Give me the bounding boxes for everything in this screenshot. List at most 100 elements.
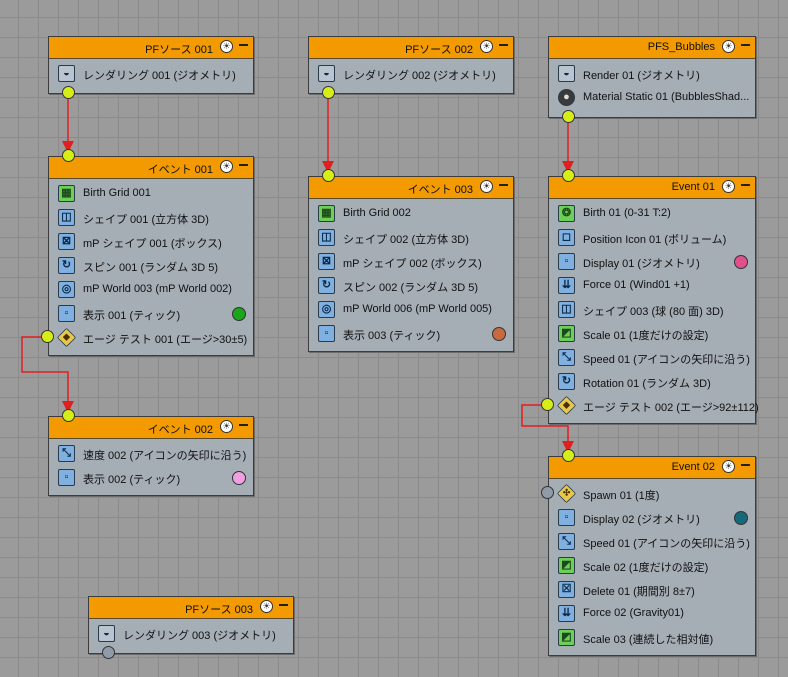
- operator-label: Force 02 (Gravity01): [583, 607, 684, 619]
- minimize-icon[interactable]: [239, 424, 248, 426]
- output-port[interactable]: [562, 110, 575, 123]
- operator-row[interactable]: ⊠ mP シェイプ 001 (ボックス): [49, 230, 253, 254]
- operator-row[interactable]: ◆ エージ テスト 001 (エージ>30±5): [49, 326, 253, 350]
- node-header[interactable]: イベント 001 ☀: [49, 157, 253, 179]
- node-header[interactable]: イベント 003 ☀: [309, 177, 513, 199]
- lightbulb-icon[interactable]: ☀: [480, 180, 493, 193]
- operator-row[interactable]: ▫ 表示 001 (ティック): [49, 302, 253, 326]
- operator-row[interactable]: ▦ Birth Grid 001: [49, 182, 253, 206]
- input-port[interactable]: [322, 169, 335, 182]
- operator-row[interactable]: ◫ シェイプ 001 (立方体 3D): [49, 206, 253, 230]
- node-event-003[interactable]: イベント 003 ☀ ▦ Birth Grid 002 ◫ シェイプ 002 (…: [308, 176, 514, 352]
- node-title: Event 02: [671, 461, 715, 473]
- minimize-icon[interactable]: [741, 44, 750, 46]
- operator-row[interactable]: ◒ レンダリング 003 (ジオメトリ): [89, 622, 293, 646]
- operator-row[interactable]: ▫ Display 02 (ジオメトリ): [549, 506, 755, 530]
- operator-row[interactable]: ◩ Scale 02 (1度だけの設定): [549, 554, 755, 578]
- node-header[interactable]: PFソース 002 ☀: [309, 37, 513, 59]
- node-header[interactable]: イベント 002 ☀: [49, 417, 253, 439]
- node-pf-source-003[interactable]: PFソース 003 ☀ ◒ レンダリング 003 (ジオメトリ): [88, 596, 294, 654]
- operator-row[interactable]: ↻ Rotation 01 (ランダム 3D): [549, 370, 755, 394]
- output-port[interactable]: [322, 86, 335, 99]
- node-title: PFソース 002: [405, 44, 473, 56]
- node-header[interactable]: PFソース 003 ☀: [89, 597, 293, 619]
- node-pf-source-001[interactable]: PFソース 001 ☀ ◒ レンダリング 001 (ジオメトリ): [48, 36, 254, 94]
- display-color-swatch[interactable]: [734, 511, 748, 525]
- lightbulb-icon[interactable]: ☀: [220, 160, 233, 173]
- operator-row[interactable]: ◆ エージ テスト 002 (エージ>92±112): [549, 394, 759, 418]
- display-color-swatch[interactable]: [492, 327, 506, 341]
- display-color-swatch[interactable]: [734, 255, 748, 269]
- operator-row[interactable]: ◒ レンダリング 001 (ジオメトリ): [49, 62, 253, 86]
- material-icon: ●: [558, 89, 575, 106]
- lightbulb-icon[interactable]: ☀: [722, 180, 735, 193]
- node-header[interactable]: Event 02 ☀: [549, 457, 755, 479]
- operator-row[interactable]: ◒ Render 01 (ジオメトリ): [549, 62, 755, 86]
- operator-row[interactable]: ▫ Display 01 (ジオメトリ): [549, 250, 755, 274]
- birth-grid-icon: ▦: [318, 205, 335, 222]
- minimize-icon[interactable]: [741, 464, 750, 466]
- lightbulb-icon[interactable]: ☀: [220, 420, 233, 433]
- operator-row[interactable]: ⇊ Force 02 (Gravity01): [549, 602, 755, 626]
- display-color-swatch[interactable]: [232, 307, 246, 321]
- minimize-icon[interactable]: [741, 184, 750, 186]
- operator-row[interactable]: ⇊ Force 01 (Wind01 +1): [549, 274, 755, 298]
- spawn-output-port[interactable]: [541, 486, 554, 499]
- operator-row[interactable]: ☒ Delete 01 (期間別 8±7): [549, 578, 755, 602]
- lightbulb-icon[interactable]: ☀: [260, 600, 273, 613]
- shape-icon: ◫: [58, 209, 75, 226]
- operator-row[interactable]: ▦ Birth Grid 002: [309, 202, 513, 226]
- node-header[interactable]: PFソース 001 ☀: [49, 37, 253, 59]
- input-port[interactable]: [62, 409, 75, 422]
- input-port[interactable]: [62, 149, 75, 162]
- operator-row[interactable]: ◎ mP World 003 (mP World 002): [49, 278, 253, 302]
- node-header[interactable]: Event 01 ☀: [549, 177, 755, 199]
- test-output-port[interactable]: [541, 398, 554, 411]
- lightbulb-icon[interactable]: ☀: [722, 460, 735, 473]
- node-event-02[interactable]: Event 02 ☀ ✣ Spawn 01 (1度) ▫ Display 02 …: [548, 456, 756, 656]
- operator-row[interactable]: ⤡ 速度 002 (アイコンの矢印に沿う): [49, 442, 253, 466]
- node-event-01[interactable]: Event 01 ☀ ❂ Birth 01 (0-31 T:2) ◻ Posit…: [548, 176, 759, 424]
- operator-row[interactable]: ▫ 表示 002 (ティック): [49, 466, 253, 490]
- operator-row[interactable]: ◻ Position Icon 01 (ボリューム): [549, 226, 755, 250]
- lightbulb-icon[interactable]: ☀: [220, 40, 233, 53]
- lightbulb-icon[interactable]: ☀: [480, 40, 493, 53]
- display-color-swatch[interactable]: [232, 471, 246, 485]
- operator-row[interactable]: ◩ Scale 01 (1度だけの設定): [549, 322, 755, 346]
- node-event-001[interactable]: イベント 001 ☀ ▦ Birth Grid 001 ◫ シェイプ 001 (…: [48, 156, 254, 356]
- node-event-002[interactable]: イベント 002 ☀ ⤡ 速度 002 (アイコンの矢印に沿う) ▫ 表示 00…: [48, 416, 254, 496]
- node-pfs-bubbles[interactable]: PFS_Bubbles ☀ ◒ Render 01 (ジオメトリ) ● Mate…: [548, 36, 756, 118]
- operator-row[interactable]: ◒ レンダリング 002 (ジオメトリ): [309, 62, 513, 86]
- shape-icon: ◫: [558, 301, 575, 318]
- node-header[interactable]: PFS_Bubbles ☀: [549, 37, 755, 59]
- output-port[interactable]: [62, 86, 75, 99]
- minimize-icon[interactable]: [239, 44, 248, 46]
- output-port[interactable]: [102, 646, 115, 659]
- operator-label: シェイプ 001 (立方体 3D): [83, 214, 209, 226]
- operator-row[interactable]: ▫ 表示 003 (ティック): [309, 322, 513, 346]
- operator-row[interactable]: ⊠ mP シェイプ 002 (ボックス): [309, 250, 513, 274]
- input-port[interactable]: [562, 449, 575, 462]
- operator-label: Force 01 (Wind01 +1): [583, 279, 690, 291]
- operator-row[interactable]: ● Material Static 01 (BubblesShad...: [549, 86, 755, 110]
- operator-row[interactable]: ⤡ Speed 01 (アイコンの矢印に沿う): [549, 530, 755, 554]
- operator-row[interactable]: ↻ スピン 001 (ランダム 3D 5): [49, 254, 253, 278]
- minimize-icon[interactable]: [499, 44, 508, 46]
- operator-row[interactable]: ◫ シェイプ 002 (立方体 3D): [309, 226, 513, 250]
- lightbulb-icon[interactable]: ☀: [722, 40, 735, 53]
- operator-row[interactable]: ❂ Birth 01 (0-31 T:2): [549, 202, 755, 226]
- input-port[interactable]: [562, 169, 575, 182]
- minimize-icon[interactable]: [499, 184, 508, 186]
- node-pf-source-002[interactable]: PFソース 002 ☀ ◒ レンダリング 002 (ジオメトリ): [308, 36, 514, 94]
- minimize-icon[interactable]: [239, 164, 248, 166]
- operator-row[interactable]: ⤡ Speed 01 (アイコンの矢印に沿う): [549, 346, 755, 370]
- spawn-icon: ✣: [556, 483, 577, 504]
- operator-row[interactable]: ◩ Scale 03 (連続した相対値): [549, 626, 755, 650]
- test-output-port[interactable]: [41, 330, 54, 343]
- operator-row[interactable]: ✣ Spawn 01 (1度): [549, 482, 755, 506]
- operator-row[interactable]: ◎ mP World 006 (mP World 005): [309, 298, 513, 322]
- operator-row[interactable]: ◫ シェイプ 003 (球 (80 面) 3D): [549, 298, 755, 322]
- minimize-icon[interactable]: [279, 604, 288, 606]
- operator-label: Birth Grid 001: [83, 187, 151, 199]
- operator-row[interactable]: ↻ スピン 002 (ランダム 3D 5): [309, 274, 513, 298]
